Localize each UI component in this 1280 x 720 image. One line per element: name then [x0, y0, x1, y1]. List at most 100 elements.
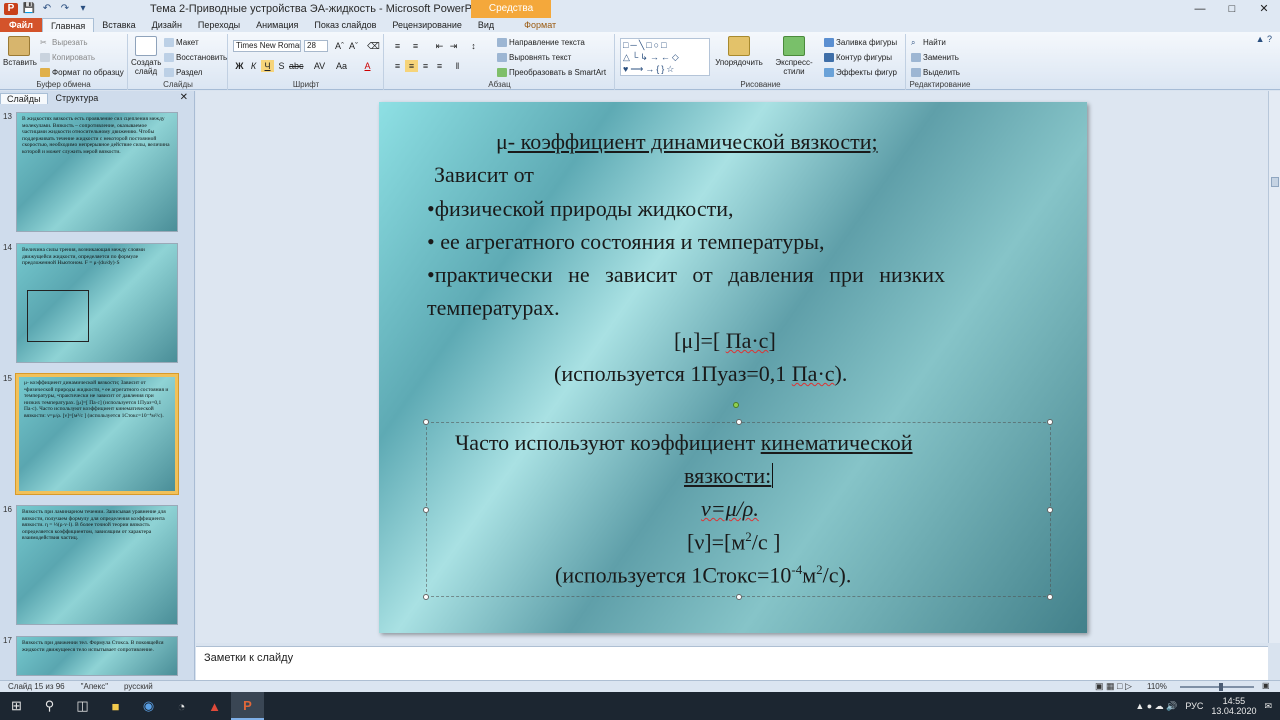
- scroll-thumb[interactable]: [1271, 177, 1279, 187]
- resize-handle[interactable]: [423, 507, 429, 513]
- minimize-button[interactable]: —: [1184, 0, 1216, 18]
- clear-format-icon[interactable]: ⌫: [367, 40, 380, 52]
- vertical-scrollbar[interactable]: [1268, 91, 1280, 643]
- task-view-icon[interactable]: ◫: [66, 692, 99, 720]
- grow-font-icon[interactable]: Aˆ: [333, 40, 346, 52]
- underline-icon[interactable]: Ч: [261, 60, 274, 72]
- strike-icon[interactable]: abc: [289, 60, 304, 72]
- zoom-slider-knob[interactable]: [1218, 683, 1223, 691]
- tab-home[interactable]: Главная: [41, 18, 95, 32]
- input-language[interactable]: РУС: [1185, 701, 1203, 711]
- resize-handle[interactable]: [1047, 419, 1053, 425]
- tab-insert[interactable]: Вставка: [94, 18, 143, 32]
- tab-transitions[interactable]: Переходы: [190, 18, 248, 32]
- undo-icon[interactable]: ↶: [40, 3, 54, 15]
- italic-icon[interactable]: К: [247, 60, 260, 72]
- copy-button[interactable]: Копировать: [40, 53, 95, 62]
- tab-design[interactable]: Дизайн: [144, 18, 190, 32]
- close-button[interactable]: ✕: [1248, 0, 1280, 18]
- align-left-icon[interactable]: ≡: [391, 60, 404, 72]
- shapes-gallery[interactable]: □─╲□○□ △└↳→←◇ ♥⟶→{}☆: [620, 38, 710, 76]
- resize-handle[interactable]: [736, 419, 742, 425]
- redo-icon[interactable]: ↷: [58, 3, 72, 15]
- shape-fill-button[interactable]: Заливка фигуры: [824, 38, 897, 47]
- tray-icons[interactable]: ▲ ● ☁ 🔊: [1135, 701, 1177, 712]
- fit-slide-icon[interactable]: ▣: [1262, 681, 1270, 690]
- section-button[interactable]: Раздел: [164, 68, 202, 77]
- media-icon[interactable]: ◔: [165, 692, 198, 720]
- zoom-level[interactable]: 110%: [1147, 682, 1167, 691]
- increase-indent-icon[interactable]: ⇥: [447, 40, 460, 52]
- slide-thumbnail[interactable]: Вязкость при движении тел. Формула Стокс…: [16, 636, 178, 676]
- tab-file[interactable]: Файл: [0, 18, 42, 32]
- shrink-font-icon[interactable]: Aˇ: [347, 40, 360, 52]
- justify-icon[interactable]: ≡: [433, 60, 446, 72]
- change-case-icon[interactable]: Aa: [335, 60, 348, 72]
- slide-thumbnail[interactable]: Вязкость при ламинарном течении. Записыв…: [16, 505, 178, 625]
- notifications-icon[interactable]: ✉: [1264, 701, 1272, 712]
- cut-button[interactable]: ✂ Вырезать: [40, 38, 88, 47]
- text-direction-button[interactable]: Направление текста: [497, 38, 585, 47]
- save-icon[interactable]: 💾: [22, 3, 36, 15]
- align-center-icon[interactable]: ≡: [405, 60, 418, 72]
- bold-icon[interactable]: Ж: [233, 60, 246, 72]
- shape-outline-button[interactable]: Контур фигуры: [824, 53, 892, 62]
- spacing-icon[interactable]: AV: [313, 60, 326, 72]
- rotation-handle[interactable]: [733, 402, 739, 408]
- resize-handle[interactable]: [423, 419, 429, 425]
- tab-format[interactable]: Формат: [516, 18, 564, 32]
- slide-thumbnail[interactable]: В жидкостях вязкость есть проявление сил…: [16, 112, 178, 232]
- acrobat-icon[interactable]: ▲: [198, 692, 231, 720]
- resize-handle[interactable]: [1047, 594, 1053, 600]
- zoom-slider[interactable]: [1180, 683, 1254, 691]
- smartart-button[interactable]: Преобразовать в SmartArt: [497, 68, 606, 77]
- shadow-icon[interactable]: S: [275, 60, 288, 72]
- replace-button[interactable]: Заменить: [911, 53, 959, 62]
- start-icon[interactable]: ⊞: [0, 692, 33, 720]
- slide-title[interactable]: μ- коэффициент динамической вязкости;: [496, 129, 878, 155]
- decrease-indent-icon[interactable]: ⇤: [433, 40, 446, 52]
- find-button[interactable]: ⌕ Найти: [911, 38, 946, 47]
- arrange-button[interactable]: Упорядочить: [714, 36, 764, 67]
- align-text-button[interactable]: Выровнять текст: [497, 53, 571, 62]
- view-buttons[interactable]: ▣ ▦ □ ▷: [1095, 681, 1132, 692]
- tab-outline[interactable]: Структура: [50, 93, 105, 103]
- explorer-icon[interactable]: ■: [99, 692, 132, 720]
- slide-thumbnail-selected[interactable]: μ- коэффициент динамической вязкости; За…: [16, 374, 178, 494]
- browser-icon[interactable]: ◉: [132, 692, 165, 720]
- layout-button[interactable]: Макет: [164, 38, 199, 47]
- font-color-icon[interactable]: A: [361, 60, 374, 72]
- search-icon[interactable]: ⚲: [33, 692, 66, 720]
- customize-qat-icon[interactable]: ▾: [76, 3, 90, 15]
- notes-pane[interactable]: Заметки к слайду: [196, 646, 1268, 680]
- maximize-button[interactable]: □: [1216, 0, 1248, 18]
- reset-button[interactable]: Восстановить: [164, 53, 227, 62]
- align-right-icon[interactable]: ≡: [419, 60, 432, 72]
- help-icon[interactable]: ▲ ?: [1256, 34, 1272, 44]
- slide-canvas[interactable]: μ- коэффициент динамической вязкости; За…: [379, 102, 1087, 633]
- font-size-select[interactable]: 28: [304, 40, 328, 52]
- new-slide-button[interactable]: Создать слайд: [131, 36, 161, 76]
- resize-handle[interactable]: [423, 594, 429, 600]
- resize-handle[interactable]: [736, 594, 742, 600]
- tab-review[interactable]: Рецензирование: [384, 18, 470, 32]
- close-pane-icon[interactable]: ✕: [180, 92, 188, 103]
- language-indicator[interactable]: русский: [116, 682, 161, 691]
- tab-slideshow[interactable]: Показ слайдов: [306, 18, 384, 32]
- tab-view[interactable]: Вид: [470, 18, 502, 32]
- bullets-icon[interactable]: ≡: [391, 40, 404, 52]
- slide-thumbnail[interactable]: Величина силы трения, возникающая между …: [16, 243, 178, 363]
- paste-button[interactable]: Вставить: [3, 36, 37, 67]
- line-spacing-icon[interactable]: ↕: [467, 40, 480, 52]
- select-button[interactable]: Выделить: [911, 68, 960, 77]
- powerpoint-taskbar-icon[interactable]: P: [231, 692, 264, 720]
- tab-slides[interactable]: Слайды: [0, 92, 48, 104]
- quick-styles-button[interactable]: Экспресс-стили: [768, 36, 820, 76]
- powerpoint-logo-icon[interactable]: P: [4, 3, 18, 15]
- numbering-icon[interactable]: ≡: [409, 40, 422, 52]
- columns-icon[interactable]: ‖: [451, 60, 464, 72]
- format-painter-button[interactable]: Формат по образцу: [40, 68, 124, 77]
- clock[interactable]: 14:55 13.04.2020: [1211, 696, 1256, 716]
- font-name-select[interactable]: Times New Roman: [233, 40, 301, 52]
- tab-animations[interactable]: Анимация: [248, 18, 306, 32]
